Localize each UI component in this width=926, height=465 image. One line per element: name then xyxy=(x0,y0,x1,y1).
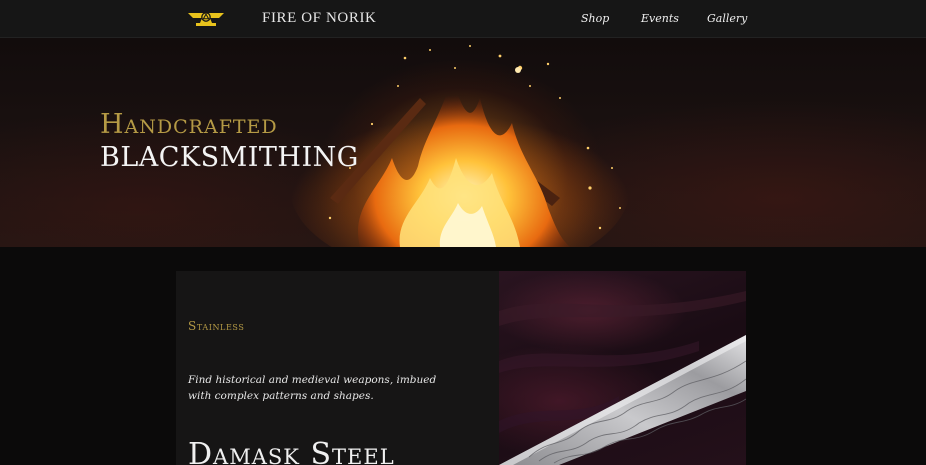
product-description: Find historical and medieval weapons, im… xyxy=(188,374,437,402)
nav-events[interactable]: Events xyxy=(641,12,679,25)
brand-name[interactable]: FIRE OF NORIK xyxy=(262,10,376,27)
anvil-logo-icon[interactable] xyxy=(186,9,226,29)
damask-blade-image xyxy=(499,291,746,465)
product-tag: Stainless xyxy=(188,319,245,333)
product-card[interactable]: Stainless Find historical and medieval w… xyxy=(176,271,746,465)
hero-title-blacksmithing: BLACKSMITHING xyxy=(100,142,359,173)
product-card-text-panel: Stainless Find historical and medieval w… xyxy=(176,271,499,465)
product-image[interactable] xyxy=(499,271,746,465)
product-heading: Damask Steel xyxy=(188,437,395,465)
hero-title-handcrafted: Handcrafted xyxy=(100,109,278,140)
nav-shop[interactable]: Shop xyxy=(581,12,609,25)
hero-banner: Handcrafted BLACKSMITHING xyxy=(0,38,926,247)
top-navigation-bar: FIRE OF NORIK Shop Events Gallery xyxy=(0,0,926,38)
nav-gallery[interactable]: Gallery xyxy=(707,12,747,25)
